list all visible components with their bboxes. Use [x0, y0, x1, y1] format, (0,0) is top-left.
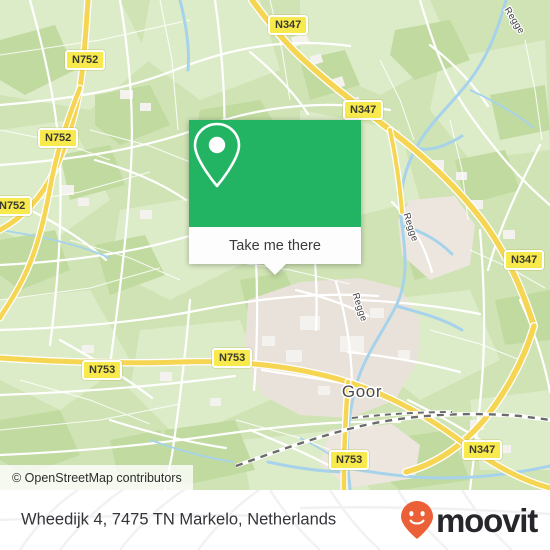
popup-header [189, 120, 361, 227]
moovit-logo[interactable]: moovit [400, 500, 538, 540]
road-shield-n752-north[interactable]: N752 [65, 50, 106, 70]
map-canvas[interactable]: Goor Regge Regge Regge N347 N347 N347 N3… [0, 0, 550, 490]
take-me-there-label: Take me there [229, 237, 321, 254]
road-shield-n347-north[interactable]: N347 [268, 15, 309, 35]
road-shield-n753-west[interactable]: N753 [82, 360, 123, 380]
road-shield-n752-west[interactable]: N752 [38, 128, 79, 148]
city-label-goor: Goor [342, 382, 382, 401]
take-me-there-popup[interactable]: Take me there [189, 120, 361, 275]
map-screenshot: Goor Regge Regge Regge N347 N347 N347 N3… [0, 0, 550, 550]
osm-attribution[interactable]: © OpenStreetMap contributors [0, 465, 193, 490]
road-shield-n347-east[interactable]: N347 [504, 250, 545, 270]
bottom-info-bar: Wheedijk 4, 7475 TN Markelo, Netherlands… [0, 490, 550, 550]
road-shield-n347-northeast[interactable]: N347 [343, 100, 384, 120]
moovit-smiley-pin-icon [401, 501, 434, 539]
road-shield-n347-southeast[interactable]: N347 [462, 440, 503, 460]
road-shield-n753-south[interactable]: N753 [329, 450, 370, 470]
address-label: Wheedijk 4, 7475 TN Markelo, Netherlands [21, 510, 337, 529]
moovit-wordmark: moovit [436, 501, 538, 539]
road-shield-n753-center[interactable]: N753 [212, 348, 253, 368]
map-pin-icon [193, 122, 241, 188]
road-shield-n752-southwest[interactable]: N752 [0, 196, 33, 216]
osm-attribution-text: © OpenStreetMap contributors [12, 470, 182, 485]
popup-footer[interactable]: Take me there [189, 227, 361, 275]
popup-pointer-tail [264, 264, 286, 275]
